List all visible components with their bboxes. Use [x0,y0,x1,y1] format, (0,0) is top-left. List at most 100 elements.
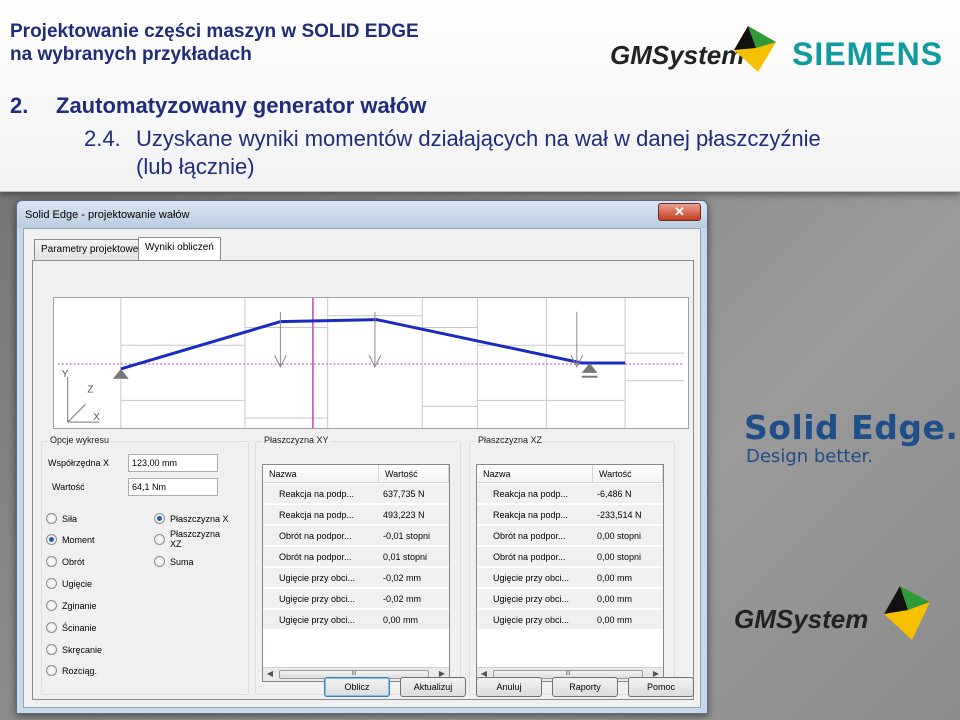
table-row[interactable]: Ugięcie przy obci... [477,610,593,630]
oblicz-button[interactable]: Oblicz [324,677,390,697]
axis-z-label: Z [87,385,93,396]
window-body: Parametry projektowe Wyniki obliczeń Y Z… [23,228,701,708]
table-cell-value[interactable]: 0,00 mm [379,610,449,630]
scroll-left-icon[interactable]: ◀ [263,669,277,681]
table-row[interactable]: Reakcja na podp... [263,484,379,504]
plane-xy-col-value[interactable]: Wartość [379,465,449,483]
axis-y-label: Y [62,369,69,380]
table-cell-value[interactable]: 0,00 mm [593,589,663,609]
table-row[interactable]: Reakcja na podp... [263,505,379,525]
table-cell-value[interactable]: -233,514 N [593,505,663,525]
tab-results[interactable]: Wyniki obliczeń [138,237,221,261]
gmsystem-logo-bottom: GMSystem [734,586,930,640]
radio-scinanie-label: Ścinanie [62,623,97,633]
radio-rozciag-label: Rozciąg. [62,666,98,676]
options-group-title: Opcje wykresu [48,435,112,445]
table-cell-value[interactable]: -6,486 N [593,484,663,504]
section-number: 2. [10,93,29,118]
radio-suma-label: Suma [170,557,194,567]
table-row[interactable]: Ugięcie przy obci... [263,610,379,630]
window-title: Solid Edge - projektowanie wałów [25,209,190,221]
radio-skrecanie[interactable] [46,644,57,655]
table-row[interactable]: Ugięcie przy obci... [477,568,593,588]
subsection-heading: 2.4. Uzyskane wyniki momentów działającyc… [84,125,960,181]
shaft-designer-window: Solid Edge - projektowanie wałów ✕ Param… [16,200,708,714]
slide-header: Projektowanie części maszyn w SOLID EDGE… [0,0,960,192]
radio-zginanie[interactable] [46,600,57,611]
radio-plane-xz[interactable] [154,534,165,545]
table-cell-value[interactable]: 0,00 stopni [593,547,663,567]
radio-ugiecie-label: Ugięcie [62,579,93,589]
pomoc-button[interactable]: Pomoc [628,677,694,697]
close-icon[interactable]: ✕ [658,203,701,221]
plane-xz-group: Płaszczyzna XZ Nazwa Wartość Reakcja na … [469,435,675,695]
plane-xy-group: Płaszczyzna XY Nazwa Wartość Reakcja na … [255,435,461,695]
radio-plane-xy-label: Płaszczyzna X [170,514,229,524]
plane-xz-table[interactable]: Nazwa Wartość Reakcja na podp... -6,486 … [476,464,664,682]
section-title: Zautomatyzowany generator wałów [56,93,427,118]
table-cell-value[interactable]: 0,00 mm [593,610,663,630]
radio-scinanie[interactable] [46,622,57,633]
plane-xy-group-title: Płaszczyzna XY [262,435,331,445]
table-row[interactable]: Ugięcie przy obci... [263,568,379,588]
axis-x-label: X [93,412,100,423]
support-left-icon [112,368,129,379]
section-heading: 2. Zautomatyzowany generator wałów [10,93,426,119]
plane-xz-col-name[interactable]: Nazwa [477,465,593,483]
gmsystem-logo-text: GMSystem [610,40,744,70]
table-row[interactable]: Obrót na podpor... [263,547,379,567]
radio-sila[interactable] [46,513,57,524]
plane-xy-col-name[interactable]: Nazwa [263,465,379,483]
table-cell-value[interactable]: -0,02 mm [379,568,449,588]
anuluj-button[interactable]: Anuluj [476,677,542,697]
radio-plane-xy[interactable] [154,513,165,524]
table-cell-value[interactable]: 493,223 N [379,505,449,525]
radio-moment-label: Moment [62,535,95,545]
table-row[interactable]: Ugięcie przy obci... [263,589,379,609]
table-row[interactable]: Reakcja na podp... [477,484,593,504]
plane-xy-table[interactable]: Nazwa Wartość Reakcja na podp... 637,735… [262,464,450,682]
radio-rozciag[interactable] [46,665,57,676]
gmsystem-logo: GMSystem [610,26,776,72]
subsection-title-line1: Uzyskane wyniki momentów działających na… [136,126,821,151]
radio-obrot[interactable] [46,556,57,567]
radio-zginanie-label: Zginanie [62,601,97,611]
slide-title: Projektowanie części maszyn w SOLID EDGE… [10,20,419,66]
solid-edge-logo: Solid Edge. [744,408,959,447]
radio-ugiecie[interactable] [46,578,57,589]
radio-skrecanie-label: Skręcanie [62,645,103,655]
radio-sila-label: Siła [62,514,78,524]
table-cell-value[interactable]: 637,735 N [379,484,449,504]
plane-xz-col-value[interactable]: Wartość [593,465,663,483]
radio-moment[interactable] [46,534,57,545]
table-cell-value[interactable]: -0,02 mm [379,589,449,609]
table-row[interactable]: Ugięcie przy obci... [477,589,593,609]
value-label: Wartość [52,482,85,492]
table-row[interactable]: Reakcja na podp... [477,505,593,525]
table-row[interactable]: Obrót na podpor... [263,526,379,546]
subsection-number: 2.4. [84,126,121,151]
siemens-logo: SIEMENS [792,36,944,72]
table-cell-value[interactable]: 0,00 mm [593,568,663,588]
options-group: Opcje wykresu Współrzędna X 123,00 mm Wa… [41,435,249,695]
radio-suma[interactable] [154,556,165,567]
raporty-button[interactable]: Raporty [552,677,618,697]
results-panel: Y Z X Opcje wykresu Współrzędna X 123,00… [32,260,694,700]
moment-curve [120,318,626,371]
solid-edge-tagline: Design better. [746,446,874,467]
radio-plane-xz-label: Płaszczyzna XZ [170,529,221,549]
table-cell-value[interactable]: -0,01 stopni [379,526,449,546]
table-cell-value[interactable]: 0,00 stopni [593,526,663,546]
coord-x-input[interactable]: 123,00 mm [128,454,218,472]
moment-diagram: Y Z X [53,297,689,429]
slide-title-line2: na wybranych przykładach [10,44,252,65]
table-cell-value[interactable]: 0,01 stopni [379,547,449,567]
window-titlebar[interactable]: Solid Edge - projektowanie wałów ✕ [17,201,707,228]
table-row[interactable]: Obrót na podpor... [477,526,593,546]
aktualizuj-button[interactable]: Aktualizuj [400,677,466,697]
tab-design-parameters[interactable]: Parametry projektowe [34,239,146,260]
value-input[interactable]: 64,1 Nm [128,478,218,496]
slide-title-line1: Projektowanie części maszyn w SOLID EDGE [10,21,419,42]
gmsystem-logo-bottom-text: GMSystem [734,604,868,634]
table-row[interactable]: Obrót na podpor... [477,547,593,567]
